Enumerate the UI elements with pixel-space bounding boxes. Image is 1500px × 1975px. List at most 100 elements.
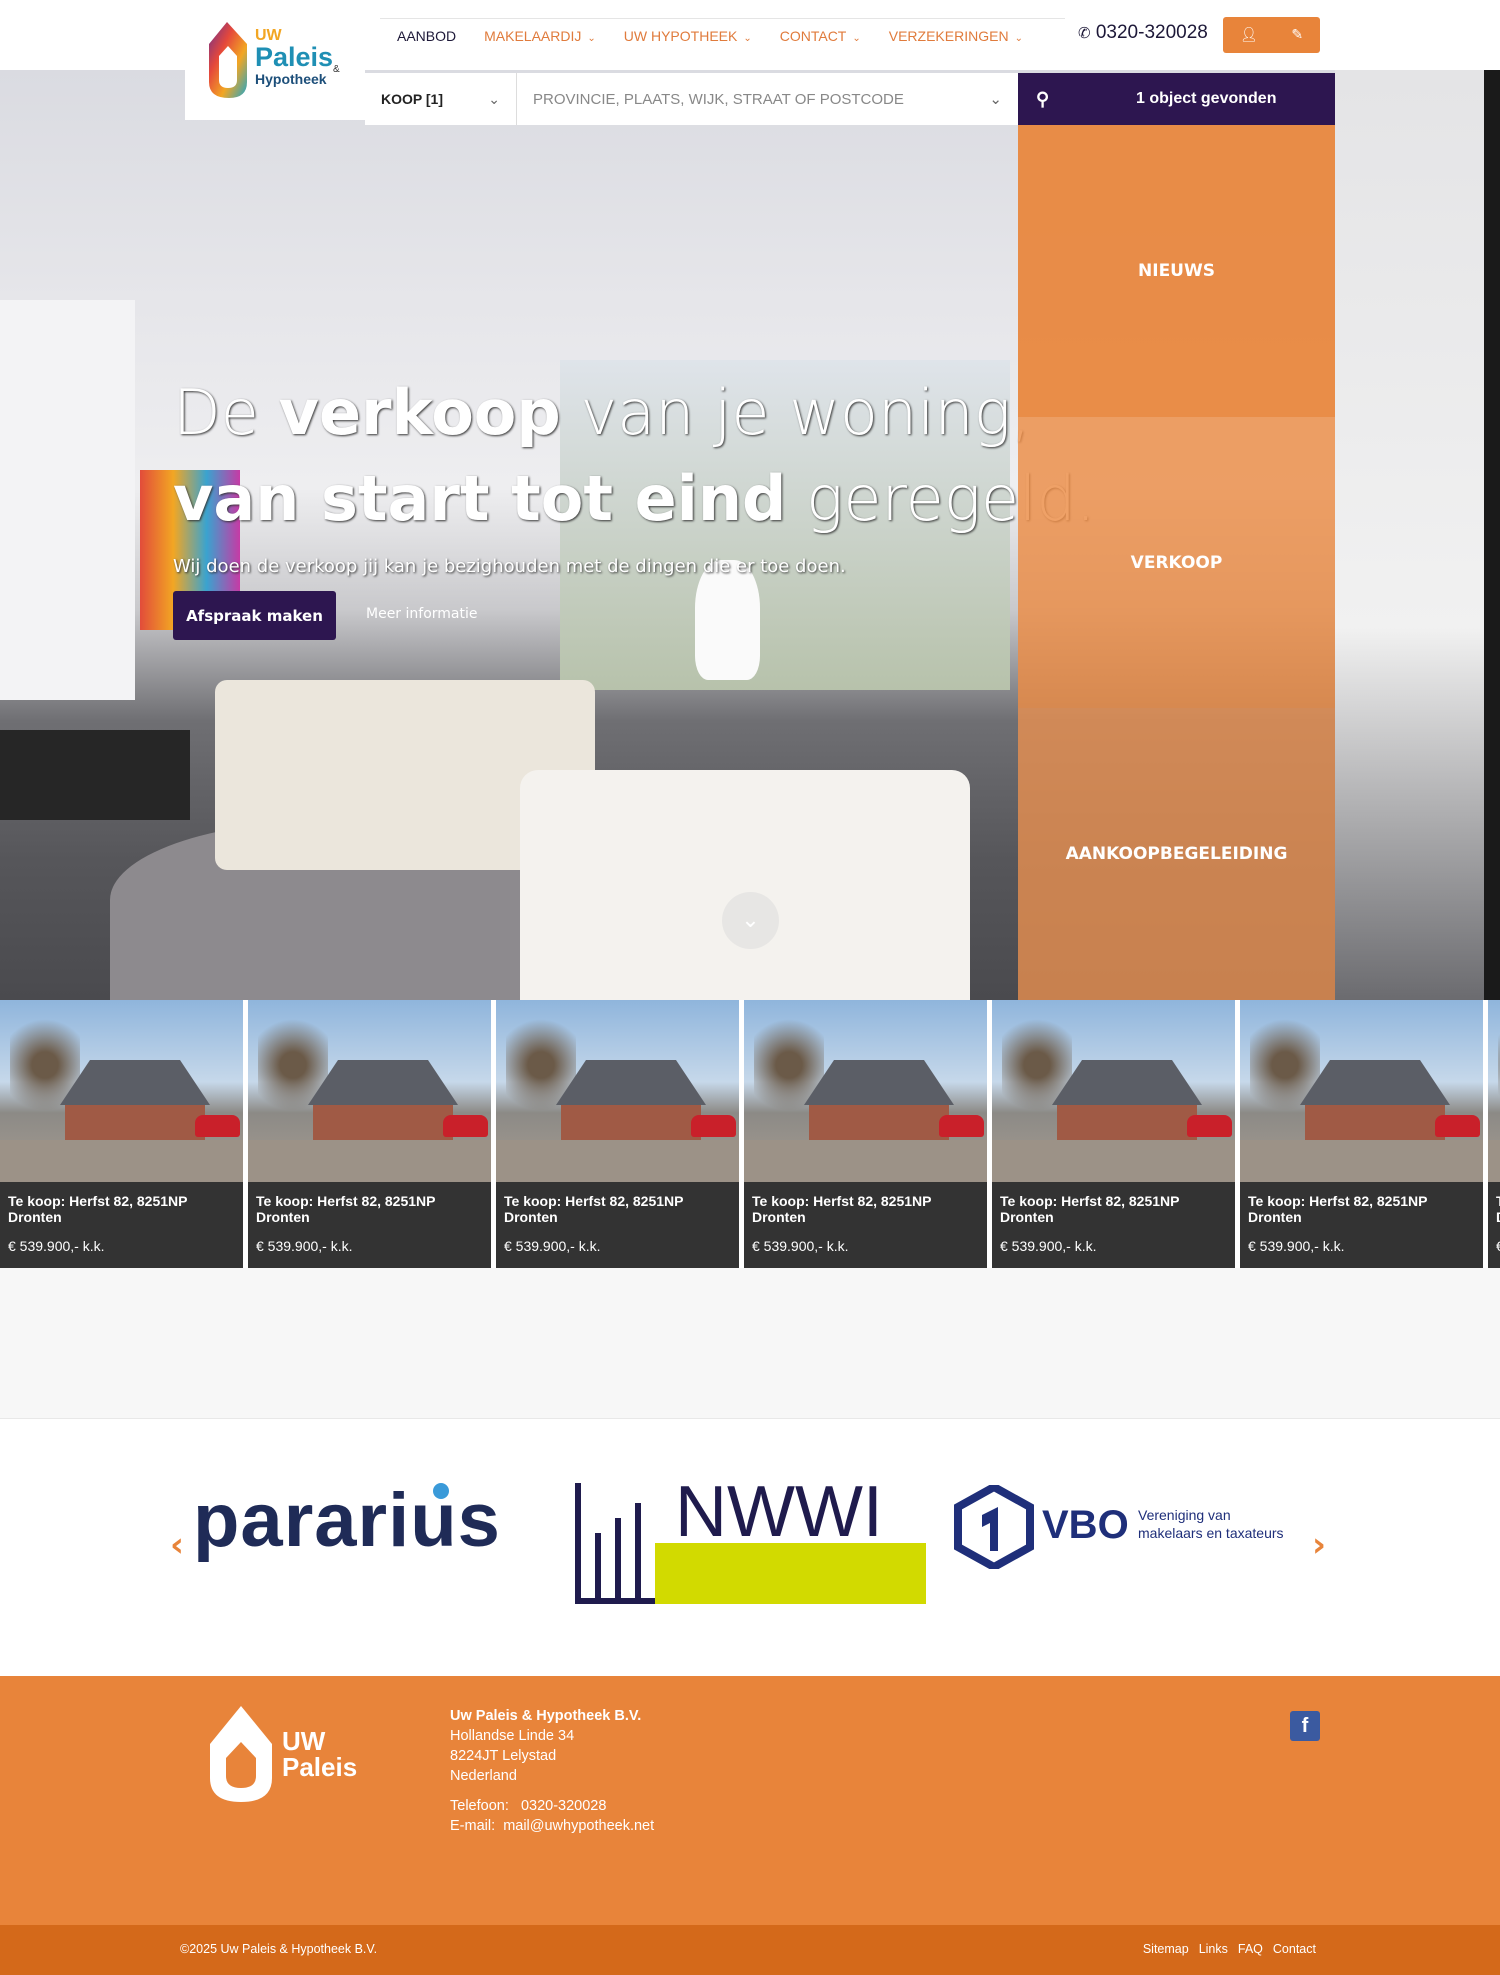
svg-text:Hypotheek: Hypotheek — [255, 71, 327, 87]
chevron-down-icon: ⌄ — [587, 32, 596, 44]
svg-text:&: & — [333, 64, 340, 75]
chevron-down-icon: ⌄ — [743, 32, 752, 44]
hero-subtitle: Wij doen de verkoop jij kan je bezighoud… — [173, 556, 846, 577]
vbo-hexagon-icon — [954, 1485, 1034, 1569]
hero-kitchen — [1335, 70, 1485, 1000]
nwwi-line — [575, 1598, 655, 1604]
house-wall — [561, 1105, 701, 1140]
driveway — [992, 1140, 1235, 1182]
listing-photo — [1240, 1000, 1483, 1182]
panel-nieuws[interactable]: NIEUWS — [1018, 125, 1335, 417]
appointment-button[interactable]: Afspraak maken — [173, 591, 336, 640]
vbo-logo[interactable]: VBO Vereniging van makelaars en taxateur… — [954, 1485, 1314, 1575]
listing-price: € 539.900,- k.k. — [1496, 1238, 1500, 1254]
footer-link-sitemap[interactable]: Sitemap — [1143, 1942, 1189, 1956]
hero-fireplace — [0, 730, 190, 820]
chevron-down-icon: ⌄ — [741, 908, 760, 933]
roof — [1052, 1060, 1202, 1105]
chevron-left-icon[interactable]: ‹ — [170, 1525, 184, 1565]
listing-card[interactable]: Te koop: Herfst 82, 8251NP Dronten € 539… — [1488, 1000, 1500, 1268]
listing-card[interactable]: Te koop: Herfst 82, 8251NP Dronten € 539… — [0, 1000, 243, 1268]
site-logo[interactable]: UW Paleis & Hypotheek — [185, 0, 365, 120]
footer-link-contact[interactable]: Contact — [1273, 1942, 1316, 1956]
svg-text:Paleis: Paleis — [255, 42, 333, 72]
copyright: ©2025 Uw Paleis & Hypotheek B.V. — [180, 1942, 378, 1956]
header-phone[interactable]: ✆ 0320-320028 — [1078, 22, 1208, 44]
listing-card[interactable]: Te koop: Herfst 82, 8251NP Dronten € 539… — [992, 1000, 1235, 1268]
car — [195, 1115, 240, 1137]
footer: UW Paleis Uw Paleis & Hypotheek B.V. Hol… — [0, 1676, 1500, 1925]
footer-address: Uw Paleis & Hypotheek B.V. Hollandse Lin… — [450, 1708, 655, 1834]
roof — [804, 1060, 954, 1105]
facebook-icon[interactable]: f — [1290, 1711, 1320, 1741]
phone-icon: ✆ — [1078, 25, 1091, 42]
location-search-input[interactable]: PROVINCIE, PLAATS, WIJK, STRAAT OF POSTC… — [517, 73, 1018, 125]
driveway — [1240, 1140, 1483, 1182]
listing-info: Te koop: Herfst 82, 8251NP Dronten € 539… — [744, 1182, 987, 1268]
hero-wall — [0, 300, 135, 700]
footer-link-faq[interactable]: FAQ — [1238, 1942, 1263, 1956]
listing-photo — [248, 1000, 491, 1182]
spacer-section — [0, 1268, 1500, 1419]
more-info-link[interactable]: Meer informatie — [366, 606, 478, 622]
listing-card[interactable]: Te koop: Herfst 82, 8251NP Dronten € 539… — [744, 1000, 987, 1268]
footer-link-links[interactable]: Links — [1199, 1942, 1228, 1956]
pararius-logo[interactable]: pararius — [193, 1475, 545, 1575]
listing-card[interactable]: Te koop: Herfst 82, 8251NP Dronten € 539… — [1240, 1000, 1483, 1268]
nav-verzekeringen[interactable]: VERZEKERINGEN ⌄ — [889, 28, 1023, 44]
scroll-down-button[interactable]: ⌄ — [722, 892, 779, 949]
service-panel: NIEUWS VERKOOP AANKOOPBEGELEIDING — [1018, 125, 1335, 1001]
driveway — [1488, 1140, 1500, 1182]
panel-verkoop[interactable]: VERKOOP — [1018, 416, 1335, 709]
nwwi-line — [615, 1518, 621, 1604]
footer-logo[interactable]: UW Paleis — [208, 1706, 398, 1806]
listing-photo — [0, 1000, 243, 1182]
nav-aanbod[interactable]: AANBOD — [397, 28, 456, 44]
footer-email-link[interactable]: mail@uwhypotheek.net — [503, 1818, 654, 1834]
chevron-down-icon: ⌄ — [1014, 32, 1023, 44]
listing-title: Te koop: Herfst 82, 8251NP Dronten — [504, 1193, 684, 1225]
listing-card[interactable]: Te koop: Herfst 82, 8251NP Dronten € 539… — [496, 1000, 739, 1268]
chevron-down-icon: ⌄ — [852, 32, 861, 44]
nav-contact[interactable]: CONTACT ⌄ — [780, 28, 861, 44]
pencil-icon[interactable]: ✎ — [1291, 27, 1303, 43]
main-nav: AANBOD MAKELAARDIJ ⌄ UW HYPOTHEEK ⌄ CONTAC… — [380, 18, 1065, 52]
search-button[interactable]: ⚲ 1 object gevonden — [1018, 73, 1335, 125]
hero-sofa-front — [520, 770, 970, 1000]
listing-title: Te koop: Herfst 82, 8251NP Dronten — [752, 1193, 932, 1225]
hero-edge — [1484, 70, 1500, 1000]
house-wall — [809, 1105, 949, 1140]
listing-info: Te koop: Herfst 82, 8251NP Dronten € 539… — [992, 1182, 1235, 1268]
listing-price: € 539.900,- k.k. — [1248, 1238, 1345, 1254]
user-icon[interactable]: 👤︎ — [1240, 27, 1258, 43]
listing-title: Te koop: Herfst 82, 8251NP Dronten — [1248, 1193, 1428, 1225]
car — [939, 1115, 984, 1137]
house-wall — [65, 1105, 205, 1140]
chevron-right-icon[interactable]: › — [1312, 1525, 1326, 1565]
listing-price: € 539.900,- k.k. — [256, 1238, 353, 1254]
nwwi-logo[interactable]: NWWI — [575, 1472, 926, 1604]
car — [1187, 1115, 1232, 1137]
house-wall — [1057, 1105, 1197, 1140]
nav-makelaardij[interactable]: MAKELAARDIJ ⌄ — [484, 28, 596, 44]
panel-aankoopbegeleiding[interactable]: AANKOOPBEGELEIDING — [1018, 708, 1335, 1001]
driveway — [744, 1140, 987, 1182]
hero-headline: De verkoop van je woning, van start tot … — [173, 376, 1096, 535]
listing-info: Te koop: Herfst 82, 8251NP Dronten € 539… — [0, 1182, 243, 1268]
search-type-select[interactable]: KOOP [1] ⌄ — [365, 73, 517, 125]
driveway — [0, 1140, 243, 1182]
house-wall — [1305, 1105, 1445, 1140]
nwwi-line — [595, 1533, 601, 1604]
listing-card[interactable]: Te koop: Herfst 82, 8251NP Dronten € 539… — [248, 1000, 491, 1268]
listing-photo — [496, 1000, 739, 1182]
nav-uw-hypotheek[interactable]: UW HYPOTHEEK ⌄ — [624, 28, 752, 44]
roof — [308, 1060, 458, 1105]
driveway — [496, 1140, 739, 1182]
footer-phone-link[interactable]: 0320-320028 — [521, 1798, 606, 1814]
footer-logo-icon — [210, 1706, 272, 1802]
car — [1435, 1115, 1480, 1137]
hero-vase — [695, 560, 760, 680]
listing-price: € 539.900,- k.k. — [1000, 1238, 1097, 1254]
listings-carousel: Te koop: Herfst 82, 8251NP Dronten € 539… — [0, 1000, 1500, 1268]
listing-price: € 539.900,- k.k. — [8, 1238, 105, 1254]
